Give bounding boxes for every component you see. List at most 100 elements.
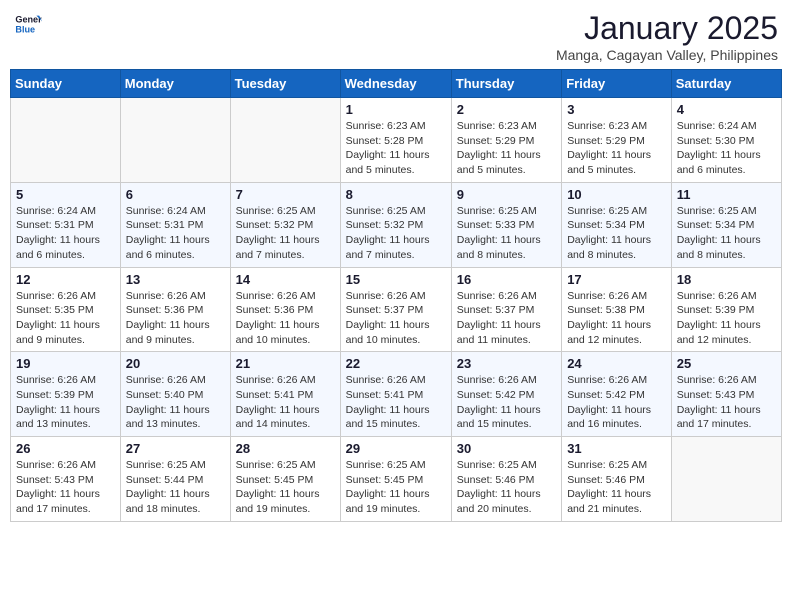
day-info: Sunrise: 6:25 AMSunset: 5:34 PMDaylight:…: [677, 204, 776, 263]
weekday-header-saturday: Saturday: [671, 70, 781, 98]
calendar-cell: 1 Sunrise: 6:23 AMSunset: 5:28 PMDaylight…: [340, 98, 451, 183]
weekday-header-thursday: Thursday: [451, 70, 561, 98]
week-row-2: 5 Sunrise: 6:24 AMSunset: 5:31 PMDaylight…: [11, 182, 782, 267]
calendar-cell: 8 Sunrise: 6:25 AMSunset: 5:32 PMDaylight…: [340, 182, 451, 267]
calendar-cell: [230, 98, 340, 183]
weekday-header-friday: Friday: [562, 70, 672, 98]
page-header: General Blue January 2025 Manga, Cagayan…: [10, 10, 782, 63]
day-info: Sunrise: 6:25 AMSunset: 5:44 PMDaylight:…: [126, 458, 225, 517]
day-info: Sunrise: 6:26 AMSunset: 5:37 PMDaylight:…: [346, 289, 446, 348]
logo: General Blue: [14, 10, 42, 38]
day-number: 23: [457, 356, 556, 371]
calendar-cell: 15 Sunrise: 6:26 AMSunset: 5:37 PMDayligh…: [340, 267, 451, 352]
weekday-header-wednesday: Wednesday: [340, 70, 451, 98]
calendar-cell: 3Sunrise: 6:23 AMSunset: 5:29 PMDaylight…: [562, 98, 672, 183]
calendar-cell: 16 Sunrise: 6:26 AMSunset: 5:37 PMDayligh…: [451, 267, 561, 352]
calendar-cell: 11Sunrise: 6:25 AMSunset: 5:34 PMDayligh…: [671, 182, 781, 267]
day-number: 8: [346, 187, 446, 202]
calendar-cell: [120, 98, 230, 183]
calendar-cell: 6 Sunrise: 6:24 AMSunset: 5:31 PMDaylight…: [120, 182, 230, 267]
day-info: Sunrise: 6:26 AMSunset: 5:41 PMDaylight:…: [236, 373, 335, 432]
day-info: Sunrise: 6:23 AMSunset: 5:28 PMDaylight:…: [346, 119, 446, 178]
day-number: 3: [567, 102, 666, 117]
day-number: 13: [126, 272, 225, 287]
calendar-cell: 25Sunrise: 6:26 AMSunset: 5:43 PMDayligh…: [671, 352, 781, 437]
calendar-cell: 27 Sunrise: 6:25 AMSunset: 5:44 PMDayligh…: [120, 437, 230, 522]
day-number: 1: [346, 102, 446, 117]
day-number: 10: [567, 187, 666, 202]
calendar-cell: 23 Sunrise: 6:26 AMSunset: 5:42 PMDayligh…: [451, 352, 561, 437]
day-number: 7: [236, 187, 335, 202]
day-info: Sunrise: 6:26 AMSunset: 5:38 PMDaylight:…: [567, 289, 666, 348]
calendar-cell: 18 Sunrise: 6:26 AMSunset: 5:39 PMDayligh…: [671, 267, 781, 352]
day-info: Sunrise: 6:26 AMSunset: 5:40 PMDaylight:…: [126, 373, 225, 432]
week-row-3: 12 Sunrise: 6:26 AMSunset: 5:35 PMDayligh…: [11, 267, 782, 352]
day-number: 24: [567, 356, 666, 371]
day-number: 12: [16, 272, 115, 287]
calendar-cell: 5 Sunrise: 6:24 AMSunset: 5:31 PMDaylight…: [11, 182, 121, 267]
calendar-cell: 14Sunrise: 6:26 AMSunset: 5:36 PMDayligh…: [230, 267, 340, 352]
calendar-cell: 24 Sunrise: 6:26 AMSunset: 5:42 PMDayligh…: [562, 352, 672, 437]
day-info: Sunrise: 6:23 AMSunset: 5:29 PMDaylight:…: [457, 119, 556, 178]
calendar-cell: 21Sunrise: 6:26 AMSunset: 5:41 PMDayligh…: [230, 352, 340, 437]
day-info: Sunrise: 6:24 AMSunset: 5:31 PMDaylight:…: [126, 204, 225, 263]
day-number: 15: [346, 272, 446, 287]
calendar-cell: 13 Sunrise: 6:26 AMSunset: 5:36 PMDayligh…: [120, 267, 230, 352]
day-info: Sunrise: 6:26 AMSunset: 5:37 PMDaylight:…: [457, 289, 556, 348]
calendar-cell: 9Sunrise: 6:25 AMSunset: 5:33 PMDaylight…: [451, 182, 561, 267]
weekday-header-sunday: Sunday: [11, 70, 121, 98]
day-info: Sunrise: 6:25 AMSunset: 5:45 PMDaylight:…: [236, 458, 335, 517]
calendar-cell: 30 Sunrise: 6:25 AMSunset: 5:46 PMDayligh…: [451, 437, 561, 522]
day-number: 27: [126, 441, 225, 456]
day-info: Sunrise: 6:24 AMSunset: 5:30 PMDaylight:…: [677, 119, 776, 178]
day-info: Sunrise: 6:26 AMSunset: 5:42 PMDaylight:…: [457, 373, 556, 432]
day-number: 18: [677, 272, 776, 287]
day-info: Sunrise: 6:25 AMSunset: 5:45 PMDaylight:…: [346, 458, 446, 517]
day-number: 28: [236, 441, 335, 456]
day-info: Sunrise: 6:26 AMSunset: 5:43 PMDaylight:…: [677, 373, 776, 432]
day-info: Sunrise: 6:26 AMSunset: 5:36 PMDaylight:…: [236, 289, 335, 348]
day-number: 16: [457, 272, 556, 287]
day-number: 6: [126, 187, 225, 202]
calendar-cell: [671, 437, 781, 522]
week-row-1: 1 Sunrise: 6:23 AMSunset: 5:28 PMDaylight…: [11, 98, 782, 183]
calendar-cell: 10 Sunrise: 6:25 AMSunset: 5:34 PMDayligh…: [562, 182, 672, 267]
calendar-cell: [11, 98, 121, 183]
calendar-cell: 4Sunrise: 6:24 AMSunset: 5:30 PMDaylight…: [671, 98, 781, 183]
day-info: Sunrise: 6:26 AMSunset: 5:42 PMDaylight:…: [567, 373, 666, 432]
day-info: Sunrise: 6:25 AMSunset: 5:46 PMDaylight:…: [457, 458, 556, 517]
day-number: 22: [346, 356, 446, 371]
weekday-header-row: SundayMondayTuesdayWednesdayThursdayFrid…: [11, 70, 782, 98]
logo-icon: General Blue: [14, 10, 42, 38]
day-info: Sunrise: 6:25 AMSunset: 5:32 PMDaylight:…: [346, 204, 446, 263]
calendar-table: SundayMondayTuesdayWednesdayThursdayFrid…: [10, 69, 782, 522]
month-title: January 2025: [556, 10, 778, 47]
week-row-5: 26Sunrise: 6:26 AMSunset: 5:43 PMDayligh…: [11, 437, 782, 522]
calendar-cell: 26Sunrise: 6:26 AMSunset: 5:43 PMDayligh…: [11, 437, 121, 522]
day-number: 2: [457, 102, 556, 117]
day-number: 31: [567, 441, 666, 456]
day-number: 30: [457, 441, 556, 456]
calendar-cell: 7Sunrise: 6:25 AMSunset: 5:32 PMDaylight…: [230, 182, 340, 267]
day-info: Sunrise: 6:26 AMSunset: 5:39 PMDaylight:…: [16, 373, 115, 432]
day-info: Sunrise: 6:26 AMSunset: 5:41 PMDaylight:…: [346, 373, 446, 432]
day-info: Sunrise: 6:24 AMSunset: 5:31 PMDaylight:…: [16, 204, 115, 263]
calendar-cell: 17 Sunrise: 6:26 AMSunset: 5:38 PMDayligh…: [562, 267, 672, 352]
calendar-cell: 20Sunrise: 6:26 AMSunset: 5:40 PMDayligh…: [120, 352, 230, 437]
day-info: Sunrise: 6:25 AMSunset: 5:46 PMDaylight:…: [567, 458, 666, 517]
week-row-4: 19Sunrise: 6:26 AMSunset: 5:39 PMDayligh…: [11, 352, 782, 437]
svg-text:Blue: Blue: [15, 24, 35, 34]
day-number: 5: [16, 187, 115, 202]
calendar-cell: 29Sunrise: 6:25 AMSunset: 5:45 PMDayligh…: [340, 437, 451, 522]
day-number: 9: [457, 187, 556, 202]
day-info: Sunrise: 6:26 AMSunset: 5:35 PMDaylight:…: [16, 289, 115, 348]
weekday-header-monday: Monday: [120, 70, 230, 98]
location: Manga, Cagayan Valley, Philippines: [556, 47, 778, 63]
day-number: 17: [567, 272, 666, 287]
calendar-cell: 31 Sunrise: 6:25 AMSunset: 5:46 PMDayligh…: [562, 437, 672, 522]
day-info: Sunrise: 6:25 AMSunset: 5:34 PMDaylight:…: [567, 204, 666, 263]
calendar-cell: 22 Sunrise: 6:26 AMSunset: 5:41 PMDayligh…: [340, 352, 451, 437]
title-block: January 2025 Manga, Cagayan Valley, Phil…: [556, 10, 778, 63]
day-info: Sunrise: 6:26 AMSunset: 5:36 PMDaylight:…: [126, 289, 225, 348]
day-info: Sunrise: 6:26 AMSunset: 5:39 PMDaylight:…: [677, 289, 776, 348]
